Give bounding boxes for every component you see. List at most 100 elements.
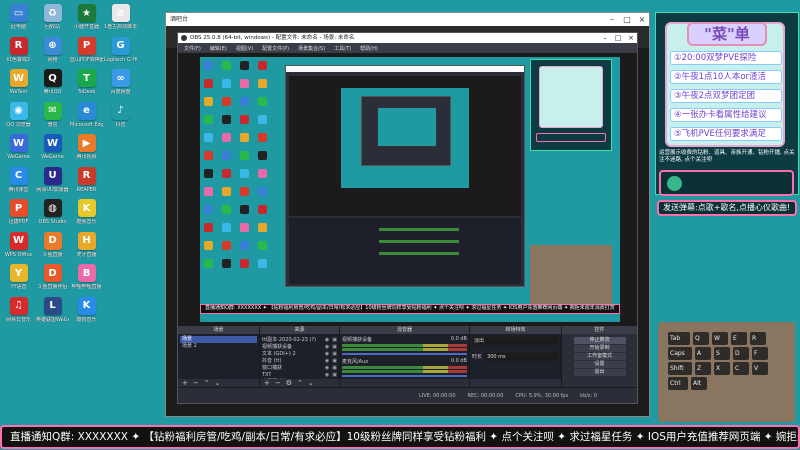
minimize-icon[interactable]: –	[599, 33, 611, 43]
desktop-icon-label: 抖音	[115, 121, 126, 128]
desktop-icon[interactable]: ♫ 网易云音乐	[2, 295, 35, 328]
menu-item[interactable]: 工具(T)	[334, 45, 351, 52]
preview-mini-icon	[258, 223, 267, 232]
source-item[interactable]: 窗口捕获 ◉ ▣	[262, 364, 337, 372]
source-item[interactable]: TXT ◉ ▣	[262, 371, 337, 378]
desktop-icon[interactable]: Y YY语音	[2, 262, 35, 295]
desktop-icon[interactable]: ✉ 微信	[36, 100, 69, 133]
desktop-icon-label: OBS Studio	[38, 219, 67, 225]
desktop-icon[interactable]: K 酷我音乐	[70, 197, 103, 230]
desktop-icon[interactable]: GLogitech G HUB	[104, 35, 137, 68]
control-button[interactable]: 开始录制	[573, 345, 626, 352]
duration-input[interactable]: 300 ms	[485, 352, 559, 361]
preview-mini-icon	[222, 115, 231, 124]
scene-item[interactable]: 场景	[180, 336, 257, 343]
preview-mini-icon	[258, 241, 267, 250]
preview-mini-icon	[240, 205, 249, 214]
maximize-icon[interactable]: □	[620, 13, 634, 26]
desktop-icon[interactable]: B 哔哩哔哩直播	[70, 262, 103, 295]
transition-select[interactable]: 淡出	[472, 337, 559, 345]
desktop-icon[interactable]: U 网易UU加速器	[36, 165, 69, 198]
lock-icon[interactable]: ▣	[332, 372, 337, 378]
lock-icon[interactable]: ▣	[332, 344, 337, 350]
desktop-icon[interactable]: ≡ 1盘古启动脚本.bat	[104, 2, 137, 35]
desktop-icon[interactable]: R 红色警戒2	[2, 35, 35, 68]
eye-icon[interactable]: ◉	[325, 365, 329, 371]
desktop-icon-label: 虎牙直播	[76, 251, 97, 258]
eye-icon[interactable]: ◉	[325, 372, 329, 378]
desktop-icon[interactable]: Q 腾讯QQ	[36, 67, 69, 100]
control-button[interactable]: 退出	[573, 369, 626, 376]
preview-mini-icon	[204, 97, 213, 106]
minimize-icon[interactable]: –	[605, 13, 619, 26]
control-button[interactable]: 工作室模式	[573, 353, 626, 360]
volume-slider[interactable]	[342, 353, 467, 355]
desktop-icon[interactable]: R REAPER	[70, 165, 103, 198]
menu-item[interactable]: 场景集合(S)	[298, 45, 325, 52]
eye-icon[interactable]: ◉	[325, 351, 329, 357]
desktop-icon[interactable]: W WeTest	[2, 67, 35, 100]
desktop-icon[interactable]: ◉ QQ 浏览器	[2, 100, 35, 133]
source-item[interactable]: 视频捕获设备 ◉ ▣	[262, 343, 337, 351]
desktop-icon[interactable]: W WeGame	[36, 132, 69, 165]
desktop-icon[interactable]: P 迅捷PDF	[2, 197, 35, 230]
desktop-icon[interactable]: D 斗鱼直播	[36, 230, 69, 263]
desktop-icon[interactable]: C 腾讯课堂	[2, 165, 35, 198]
cpu-status: CPU: 5.9%, 30.00 fps	[515, 392, 569, 399]
desktop-icon[interactable]: ♻ 回收站	[36, 2, 69, 35]
menu-item[interactable]: 编辑(E)	[210, 45, 227, 52]
desktop-icon[interactable]: ♪ 抖音	[104, 100, 137, 133]
desktop-icon-label: 腾讯QQ	[43, 89, 62, 95]
source-item[interactable]: 抖音 (tt) ◉ ▣	[262, 357, 337, 365]
menu-item[interactable]: 文件(F)	[184, 45, 201, 52]
desktop-icon-label: QQ 浏览器	[6, 121, 31, 128]
desktop-icon[interactable]: ⊕ 网络	[36, 35, 69, 68]
desktop-icon[interactable]: ▭ 此电脑	[2, 2, 35, 35]
desktop-icon[interactable]: ∞ 百度网盘	[104, 67, 137, 100]
volume-meter	[342, 370, 467, 373]
desktop-icon[interactable]: eMicrosoft Edge	[70, 100, 103, 133]
control-button[interactable]: 设置	[573, 361, 626, 368]
eye-icon[interactable]: ◉	[325, 344, 329, 350]
lock-icon[interactable]: ▣	[332, 358, 337, 364]
desktop-icon[interactable]: ▶ 腾讯视频	[70, 132, 103, 165]
obs-preview[interactable]: 直播通知Q群: XXXXXXX ✦ 【钻粉福利房管/吃鸡/副本/日常/有求必应】…	[178, 53, 637, 326]
source-item[interactable]: ttl副本·2020-02-23 (?) 2003 ◉▣	[262, 336, 337, 344]
menu-card-item: ④一张办卡看属性给建议	[670, 108, 782, 122]
menu-item[interactable]: 配置文件(P)	[262, 45, 289, 52]
source-item[interactable]: 文本 (GDI+) 2 ◉ ▣	[262, 350, 337, 358]
lock-icon[interactable]: ▣	[332, 337, 337, 343]
lock-icon[interactable]: ▣	[332, 365, 337, 371]
desktop-icon[interactable]: H 虎牙直播	[70, 230, 103, 263]
desktop-icon[interactable]: P 蓝山PDF转换器	[70, 35, 103, 68]
scene-item[interactable]: 场景 2	[180, 343, 257, 350]
preview-mini-icon	[240, 133, 249, 142]
keyboard-key: Alt	[691, 377, 707, 390]
desktop-icon[interactable]: T ToDesk	[70, 67, 103, 100]
preview-mini-icon	[240, 97, 249, 106]
desktop-icon[interactable]: W WPS Office	[2, 230, 35, 263]
desktop-icon[interactable]: K 酷狗音乐	[70, 295, 103, 328]
desktop-icon[interactable]: ◍ OBS Studio	[36, 197, 69, 230]
lock-icon[interactable]: ▣	[332, 351, 337, 357]
eye-icon[interactable]: ◉	[325, 337, 329, 343]
maximize-icon[interactable]: □	[612, 33, 624, 43]
desktop-icon[interactable]: D 斗鱼直播伴侣	[36, 262, 69, 295]
danmu-hint: 发送弹幕:点歌+歌名,点播心仪歌曲!	[657, 200, 797, 216]
desktop-icon[interactable]: W WeGame	[2, 132, 35, 165]
control-button[interactable]: 停止推流	[573, 337, 626, 344]
menu-item[interactable]: 视图(V)	[236, 45, 253, 52]
transitions-body: 淡出 时长 300 ms	[470, 334, 561, 379]
desktop-icon	[104, 197, 137, 230]
volume-slider[interactable]	[342, 375, 467, 377]
close-icon[interactable]: ×	[635, 13, 649, 26]
close-icon[interactable]: ×	[625, 33, 637, 43]
eye-icon[interactable]: ◉	[325, 358, 329, 364]
menu-item[interactable]: 帮助(H)	[360, 45, 378, 52]
desktop-icon[interactable]: L英雄联盟WeGame版	[36, 295, 69, 328]
preview-mini-icon	[222, 79, 231, 88]
app-icon: ✉	[43, 101, 62, 120]
desktop-icon-grid: ▭此电脑♻回收站★小鹿开盒器≡1盘古启动脚本.bat R红色警戒2⊕网络P蓝山PD…	[2, 2, 137, 422]
obs-titlebar: OBS 25.0.8 (64-bit, windows) - 配置文件: 未命名…	[178, 33, 637, 43]
desktop-icon[interactable]: ★ 小鹿开盒器	[70, 2, 103, 35]
